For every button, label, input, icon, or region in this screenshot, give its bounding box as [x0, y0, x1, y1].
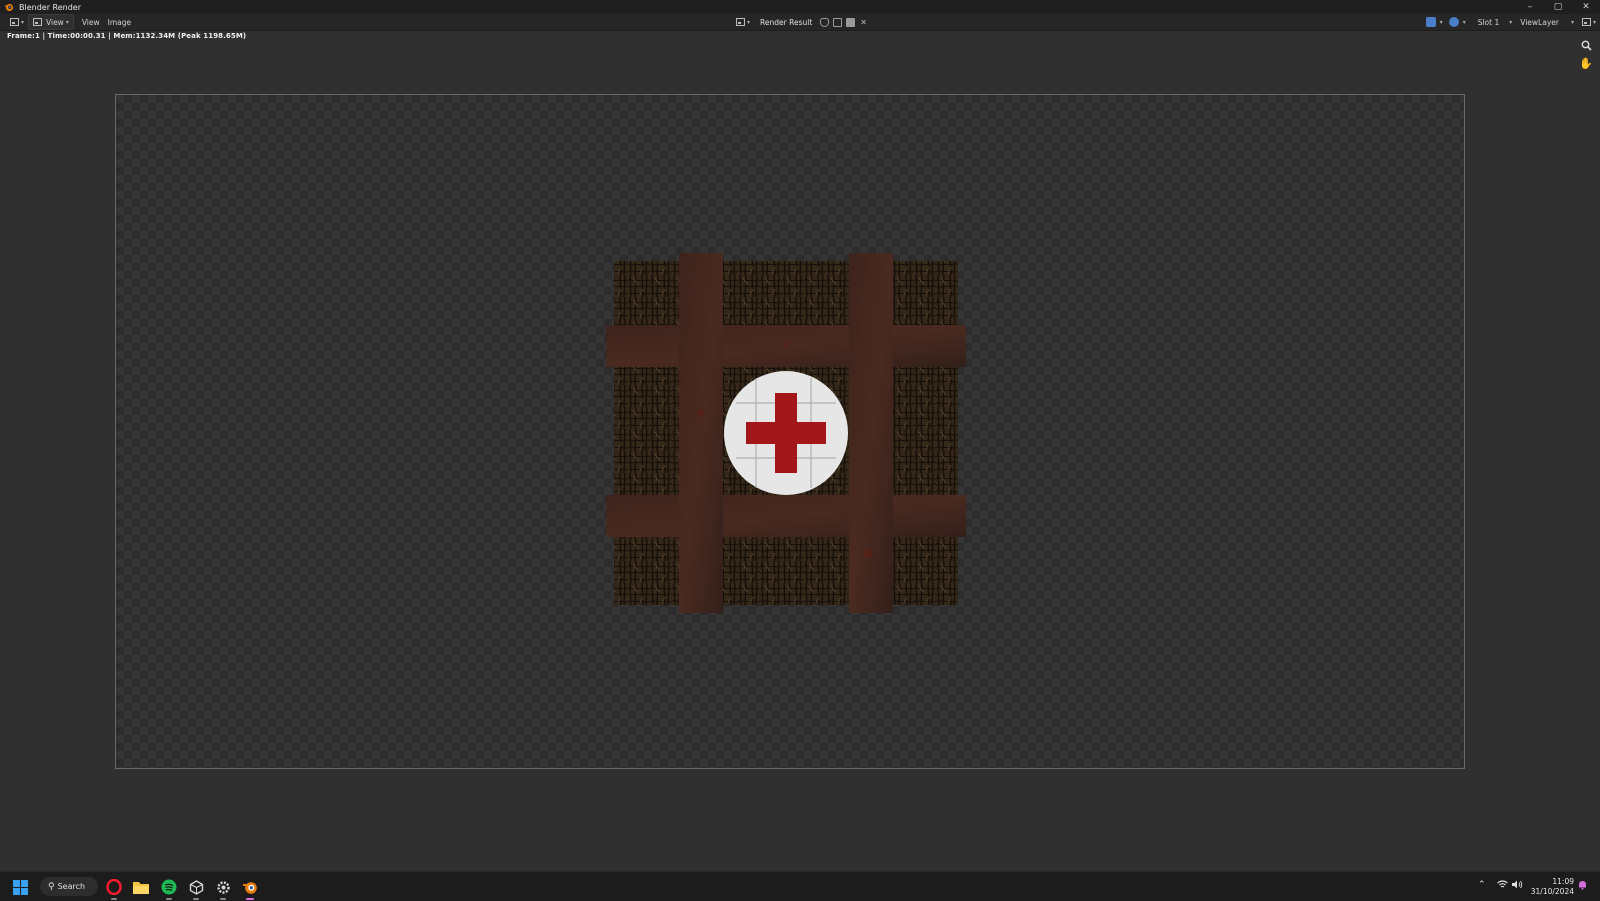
- image-editor-header: ▾ View ▾ View Image ▾ Render Result ✕ ▾ …: [0, 14, 1600, 31]
- windows-taskbar: ⚲ Search ⌃ 11:09 31/10/2024: [0, 871, 1600, 901]
- image-browse-icon: [736, 18, 745, 26]
- chevron-down-icon: ▾: [1509, 18, 1513, 26]
- menu-image-label: Image: [107, 17, 132, 27]
- browse-image-button[interactable]: ▾: [732, 15, 754, 29]
- chevron-down-icon: ▾: [747, 18, 751, 26]
- menu-view[interactable]: View: [78, 15, 104, 29]
- display-channels-icon: [1581, 18, 1591, 26]
- chevron-down-icon: ▾: [21, 18, 25, 26]
- gizmo-toggle-icon[interactable]: [1425, 17, 1436, 27]
- close-icon: ✕: [1582, 2, 1590, 12]
- display-channels-button[interactable]: ▾: [1578, 15, 1600, 29]
- chevron-down-icon: ▾: [1592, 18, 1596, 26]
- hand-icon[interactable]: ✋: [1578, 55, 1594, 71]
- settings-gear-icon[interactable]: [214, 878, 232, 900]
- unlink-x-icon[interactable]: ✕: [860, 18, 867, 27]
- chevron-down-icon: ▾: [1570, 18, 1574, 26]
- maximize-icon: ▢: [1553, 2, 1563, 12]
- maximize-button[interactable]: ▢: [1544, 0, 1572, 14]
- chevron-down-icon[interactable]: ▾: [1463, 19, 1466, 26]
- view-mode-icon: [33, 18, 43, 26]
- opera-icon[interactable]: [105, 878, 123, 900]
- view-mode-dropdown[interactable]: View ▾: [28, 14, 74, 30]
- editor-type-button[interactable]: ▾: [6, 15, 28, 29]
- minimize-button[interactable]: –: [1516, 0, 1544, 14]
- system-clock[interactable]: 11:09 31/10/2024: [1531, 877, 1574, 897]
- header-right-tools: ▾ ▾ Slot 1 ▾ ViewLayer ▾ ▾: [1424, 15, 1600, 29]
- view-layer-dropdown[interactable]: ViewLayer ▾: [1516, 15, 1578, 29]
- image-browser: ▾ Render Result ✕: [732, 15, 867, 29]
- spotify-icon[interactable]: [160, 878, 178, 900]
- render-image-canvas[interactable]: [115, 94, 1465, 769]
- clock-date: 31/10/2024: [1530, 887, 1574, 896]
- windows-start-icon[interactable]: [11, 878, 29, 896]
- image-name-field[interactable]: Render Result: [754, 18, 818, 27]
- close-button[interactable]: ✕: [1572, 0, 1600, 14]
- view-layer-label: ViewLayer: [1520, 17, 1559, 27]
- wifi-icon[interactable]: [1497, 880, 1508, 892]
- slot-dropdown[interactable]: Slot 1 ▾: [1474, 15, 1517, 29]
- image-editor-icon: [10, 18, 19, 26]
- window-title: Blender Render: [19, 2, 82, 12]
- chevron-down-icon: ▾: [65, 18, 69, 26]
- title-bar: Blender Render – ▢ ✕: [0, 0, 1600, 14]
- zoom-icon[interactable]: [1578, 37, 1594, 53]
- notification-bell-icon[interactable]: [1578, 880, 1587, 893]
- unity-icon[interactable]: [187, 878, 205, 900]
- fake-user-shield-icon[interactable]: [820, 17, 830, 27]
- minimize-icon: –: [1527, 2, 1533, 12]
- overlay-toggle-icon[interactable]: [1448, 17, 1459, 27]
- blender-logo-icon: [5, 3, 14, 12]
- file-explorer-icon[interactable]: [132, 878, 150, 896]
- render-stats: Frame:1 | Time:00:00.31 | Mem:1132.34M (…: [7, 32, 247, 40]
- clock-time: 11:09: [1552, 877, 1574, 886]
- chevron-down-icon[interactable]: ▾: [1440, 19, 1443, 26]
- duplicate-image-icon[interactable]: [833, 17, 843, 27]
- blender-icon[interactable]: [241, 878, 259, 900]
- view-mode-label: View: [46, 17, 64, 27]
- menu-image[interactable]: Image: [104, 15, 136, 29]
- volume-icon[interactable]: [1512, 880, 1523, 892]
- open-folder-icon[interactable]: [846, 17, 856, 27]
- menu-view-label: View: [81, 17, 100, 27]
- taskbar-search[interactable]: ⚲ Search: [40, 877, 98, 896]
- search-label: Search: [57, 882, 86, 891]
- search-icon: ⚲: [48, 881, 55, 892]
- chevron-up-icon[interactable]: ⌃: [1478, 880, 1486, 890]
- slot-label: Slot 1: [1477, 17, 1500, 27]
- crate-render-image: [606, 253, 966, 613]
